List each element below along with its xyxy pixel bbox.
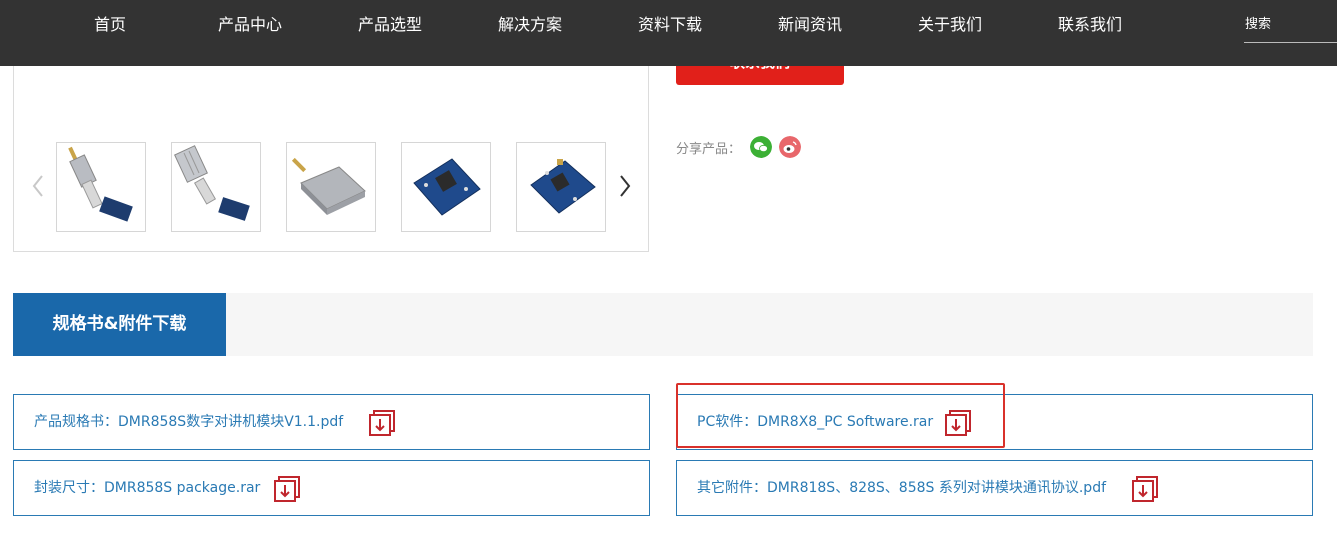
nav-item-selection[interactable]: 产品选型	[330, 14, 450, 36]
download-icon[interactable]	[274, 476, 300, 502]
nav-item-downloads[interactable]: 资料下载	[610, 14, 730, 36]
nav-item-news[interactable]: 新闻资讯	[750, 14, 870, 36]
download-link-text[interactable]: 其它附件：DMR818S、828S、858S 系列对讲模块通讯协议.pdf	[697, 461, 1106, 515]
download-link-text[interactable]: 封装尺寸：DMR858S package.rar	[34, 461, 260, 515]
thumbnail-3[interactable]	[286, 142, 376, 232]
download-item-protocol[interactable]: 其它附件：DMR818S、828S、858S 系列对讲模块通讯协议.pdf	[676, 460, 1313, 516]
tab-bar: 规格书&附件下载	[13, 293, 1313, 356]
nav-item-solutions[interactable]: 解决方案	[470, 14, 590, 36]
wechat-icon[interactable]	[750, 136, 772, 158]
gallery-prev-arrow-icon[interactable]	[30, 172, 46, 200]
nav-item-about[interactable]: 关于我们	[890, 14, 1010, 36]
download-item-spec[interactable]: 产品规格书：DMR858S数字对讲机模块V1.1.pdf	[13, 394, 650, 450]
search-input-underline[interactable]	[1244, 42, 1337, 43]
gallery-next-arrow-icon[interactable]	[617, 172, 633, 200]
module-heatsink-image	[174, 145, 250, 221]
download-item-pc-software[interactable]: PC软件：DMR8X8_PC Software.rar	[676, 394, 1313, 450]
module-cable-image	[68, 146, 133, 222]
download-item-package[interactable]: 封装尺寸：DMR858S package.rar	[13, 460, 650, 516]
tab-label: 规格书&附件下载	[52, 314, 187, 334]
nav-item-home[interactable]: 首页	[50, 14, 170, 36]
download-icon[interactable]	[369, 410, 395, 436]
download-icon[interactable]	[1132, 476, 1158, 502]
tab-spec-attachments[interactable]: 规格书&附件下载	[13, 293, 226, 356]
top-nav: 首页 产品中心 产品选型 解决方案 资料下载 新闻资讯 关于我们 联系我们 搜索	[0, 0, 1337, 66]
nav-item-products[interactable]: 产品中心	[190, 14, 310, 36]
blue-board-image	[413, 158, 481, 216]
thumbnail-4[interactable]	[401, 142, 491, 232]
download-link-text[interactable]: PC软件：DMR8X8_PC Software.rar	[697, 395, 933, 449]
shielded-module-image	[291, 157, 366, 215]
weibo-icon[interactable]	[779, 136, 801, 158]
blue-board-image-2	[530, 159, 596, 214]
search-label[interactable]: 搜索	[1245, 13, 1271, 32]
nav-item-contact[interactable]: 联系我们	[1030, 14, 1150, 36]
thumbnail-2[interactable]	[171, 142, 261, 232]
download-link-text[interactable]: 产品规格书：DMR858S数字对讲机模块V1.1.pdf	[34, 395, 343, 449]
thumbnail-5[interactable]	[516, 142, 606, 232]
thumbnail-1[interactable]	[56, 142, 146, 232]
share-label: 分享产品：	[676, 142, 742, 157]
download-icon[interactable]	[945, 410, 971, 436]
